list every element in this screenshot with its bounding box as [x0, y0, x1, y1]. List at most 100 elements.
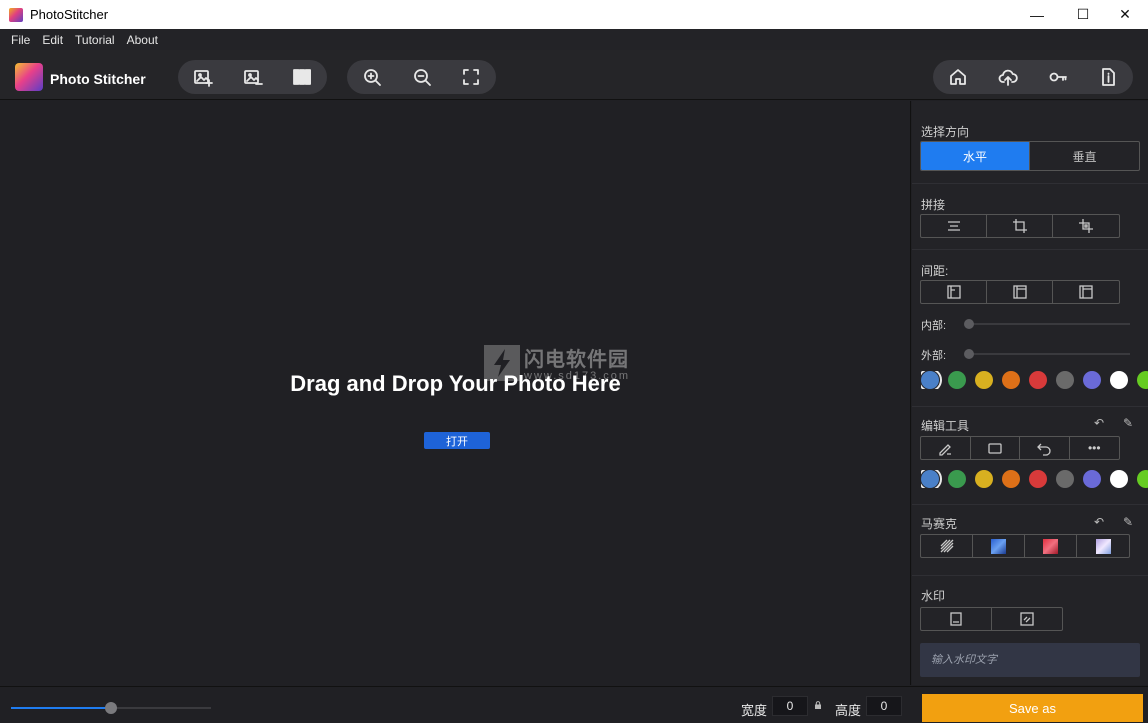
app-actions-group	[933, 60, 1133, 94]
mosaic-undo-icon[interactable]: ↶	[1094, 515, 1104, 529]
spacing-color-swatches	[921, 371, 1148, 389]
divider	[912, 183, 1148, 184]
divider	[912, 406, 1148, 407]
watermark-text-input[interactable]	[920, 643, 1140, 677]
align-lines-icon[interactable]	[921, 215, 987, 237]
direction-label: 选择方向	[921, 125, 970, 139]
mosaic-label: 马赛克	[921, 517, 958, 531]
stitch-options	[920, 214, 1120, 238]
minimize-button[interactable]: —	[1014, 0, 1060, 29]
drop-hint: Drag and Drop Your Photo Here	[290, 371, 621, 396]
lock-icon[interactable]	[814, 701, 822, 709]
color-swatch[interactable]	[1110, 470, 1128, 488]
menu-edit[interactable]: Edit	[36, 33, 69, 47]
zoom-out-icon[interactable]	[397, 60, 447, 94]
inner-spacing-slider[interactable]	[964, 319, 1130, 329]
menu-about[interactable]: About	[121, 33, 164, 47]
app-name: Photo Stitcher	[50, 71, 146, 87]
inner-spacing-knob[interactable]	[964, 319, 974, 329]
color-swatch[interactable]	[1083, 371, 1101, 389]
app-logo-icon	[15, 63, 43, 91]
mosaic-clear-icon[interactable]: ✎	[1123, 515, 1133, 529]
color-swatch[interactable]	[975, 371, 993, 389]
direction-vertical[interactable]: 垂直	[1030, 142, 1139, 170]
watermark-label: 水印	[921, 589, 946, 603]
color-swatch[interactable]	[1056, 470, 1074, 488]
height-field[interactable]: 0	[866, 696, 902, 716]
color-swatch[interactable]	[1137, 470, 1148, 488]
remove-image-icon[interactable]	[228, 60, 278, 94]
watermark-cn-text: 闪电软件园	[524, 349, 629, 371]
color-swatch[interactable]	[1056, 371, 1074, 389]
image-tools-group	[178, 60, 327, 94]
color-swatch[interactable]	[1029, 470, 1047, 488]
bottom-bar: 宽度 0 高度 0 Save as	[0, 686, 1148, 723]
menu-bar: File Edit Tutorial About	[0, 29, 1148, 50]
watermark-options	[920, 607, 1063, 631]
layout-left-icon[interactable]	[921, 281, 987, 303]
edit-color-swatches	[921, 470, 1148, 488]
menu-tutorial[interactable]: Tutorial	[69, 33, 121, 47]
menu-file[interactable]: File	[5, 33, 36, 47]
brush-clear-icon[interactable]: ✎	[1123, 416, 1133, 430]
columns-icon[interactable]	[277, 60, 327, 94]
close-button[interactable]: ✕	[1102, 0, 1148, 29]
layout-right-icon[interactable]	[1053, 281, 1119, 303]
mosaic-red-icon[interactable]	[1025, 535, 1077, 557]
outer-spacing-label: 外部:	[921, 350, 947, 362]
zoom-in-icon[interactable]	[347, 60, 397, 94]
mosaic-pastel-icon[interactable]	[1077, 535, 1129, 557]
direction-toggle: 水平 垂直	[920, 141, 1140, 171]
maximize-button[interactable]: ☐	[1060, 0, 1106, 29]
save-as-button[interactable]: Save as	[922, 694, 1143, 722]
color-swatch[interactable]	[1137, 371, 1148, 389]
divider	[912, 504, 1148, 505]
width-field[interactable]: 0	[772, 696, 808, 716]
rectangle-icon[interactable]	[971, 437, 1020, 459]
add-image-icon[interactable]	[178, 60, 228, 94]
zoom-tools-group	[347, 60, 496, 94]
watermark-bottom-icon[interactable]	[921, 608, 992, 630]
zoom-slider-knob[interactable]	[105, 702, 117, 714]
mosaic-blue-icon[interactable]	[973, 535, 1025, 557]
divider	[912, 575, 1148, 576]
color-swatch[interactable]	[948, 371, 966, 389]
color-swatch[interactable]	[1110, 371, 1128, 389]
undo-arrow-icon[interactable]	[1020, 437, 1070, 459]
fullscreen-icon[interactable]	[446, 60, 496, 94]
color-swatch[interactable]	[1083, 470, 1101, 488]
zoom-slider-fill	[11, 707, 111, 709]
app-icon	[9, 7, 23, 22]
home-icon[interactable]	[933, 60, 983, 94]
color-swatch[interactable]	[975, 470, 993, 488]
color-swatch[interactable]	[1029, 371, 1047, 389]
color-swatch[interactable]	[1002, 371, 1020, 389]
photo-canvas[interactable]: 闪电软件园 www.sd173.com Drag and Drop Your P…	[0, 101, 911, 685]
mosaic-hatch-icon[interactable]	[921, 535, 973, 557]
layout-center-icon[interactable]	[987, 281, 1053, 303]
more-tools-icon[interactable]: •••	[1070, 437, 1120, 459]
open-button[interactable]: 打开	[424, 432, 490, 449]
outer-spacing-knob[interactable]	[964, 349, 974, 359]
color-swatch[interactable]	[921, 470, 942, 488]
stitch-label: 拼接	[921, 198, 946, 212]
direction-horizontal[interactable]: 水平	[921, 142, 1030, 170]
color-swatch[interactable]	[1002, 470, 1020, 488]
key-icon[interactable]	[1033, 60, 1083, 94]
crop-icon[interactable]	[987, 215, 1053, 237]
upload-icon[interactable]	[983, 60, 1033, 94]
width-label: 宽度	[741, 703, 768, 718]
crop-alt-icon[interactable]	[1053, 215, 1119, 237]
title-bar: PhotoStitcher — ☐ ✕	[0, 0, 1148, 29]
undo-icon[interactable]: ↶	[1094, 416, 1104, 430]
zoom-slider[interactable]	[11, 702, 211, 714]
outer-spacing-slider[interactable]	[964, 349, 1130, 359]
edit-tools: •••	[920, 436, 1120, 460]
color-swatch[interactable]	[921, 371, 942, 389]
pen-icon[interactable]	[921, 437, 971, 459]
info-doc-icon[interactable]	[1083, 60, 1133, 94]
color-swatch[interactable]	[948, 470, 966, 488]
spacing-options	[920, 280, 1120, 304]
watermark-tile-icon[interactable]	[992, 608, 1063, 630]
edit-tools-label: 编辑工具	[921, 419, 970, 433]
